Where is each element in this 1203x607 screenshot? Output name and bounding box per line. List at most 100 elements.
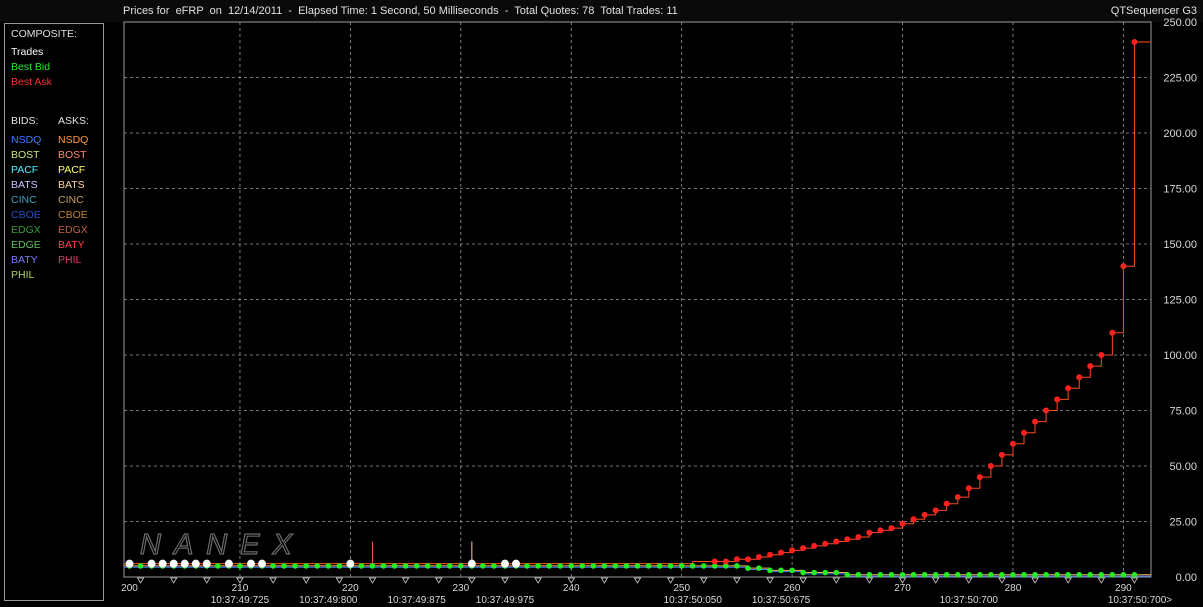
best-bid-point — [811, 569, 817, 576]
best-ask-point — [998, 451, 1005, 458]
trade-point — [147, 559, 156, 568]
best-ask-point — [733, 556, 740, 563]
best-bid-point — [899, 571, 906, 578]
nanex-watermark: NANEX — [140, 529, 305, 561]
best-bid-point — [601, 563, 608, 569]
best-bid-point — [590, 563, 597, 569]
best-ask-point — [1021, 429, 1028, 436]
best-ask-point — [910, 516, 917, 523]
best-ask-point — [888, 525, 895, 532]
quote-marker — [169, 577, 178, 584]
quote-marker — [203, 577, 211, 584]
best-ask-point — [1087, 363, 1094, 370]
best-bid-point — [281, 563, 287, 569]
trade-point — [125, 559, 134, 568]
best-bid-point — [1032, 571, 1038, 578]
x-time-label: 10:37:50:675 — [752, 595, 811, 606]
best-bid-point — [734, 563, 740, 569]
trade-point — [191, 559, 200, 568]
best-bid-point — [546, 563, 552, 569]
best-bid-point — [215, 563, 221, 569]
trade-point — [500, 559, 509, 568]
best-bid-point — [446, 563, 453, 569]
y-tick-label: 75.00 — [1169, 406, 1197, 418]
x-time-label: 10:37:50:700 — [940, 595, 999, 606]
best-ask-point — [722, 558, 729, 565]
y-tick-label: 150.00 — [1163, 239, 1197, 251]
best-bid-point — [977, 571, 983, 578]
x-time-label: 10:37:49:800 — [299, 595, 358, 606]
quote-marker — [1130, 577, 1139, 584]
quote-marker — [468, 577, 476, 584]
best-bid-point — [524, 563, 530, 569]
x-tick-label: 290 — [1115, 583, 1132, 594]
best-bid-point — [458, 563, 464, 569]
best-bid-point — [1098, 571, 1105, 578]
trade-point — [180, 559, 189, 568]
best-bid-point — [303, 563, 310, 569]
best-bid-point — [822, 569, 829, 576]
best-bid-point — [667, 563, 674, 569]
y-axis-ticks: 0.00 25.00 50.00 75.00 100.00 125.00 150.00 175… — [1163, 17, 1197, 584]
y-tick-label: 0.00 — [1176, 572, 1197, 584]
quote-marker — [1064, 577, 1072, 584]
x-time-label: 10:37:50:700> — [1108, 595, 1172, 606]
quote-marker — [700, 577, 708, 584]
best-bid-point — [767, 567, 773, 574]
x-time-label: 10:37:49:975 — [476, 595, 535, 606]
x-axis-time-labels: 10:37:49:725 10:37:49:800 10:37:49:875 10:3… — [211, 595, 1173, 606]
quote-marker — [832, 577, 840, 584]
best-ask-point — [844, 536, 851, 543]
quote-marker — [799, 577, 807, 584]
best-bid-point — [932, 571, 939, 578]
best-bid-point — [402, 563, 409, 569]
best-ask-point — [1076, 374, 1083, 381]
best-ask-point — [822, 540, 829, 547]
x-tick-label: 230 — [452, 583, 469, 594]
best-ask-point — [932, 507, 939, 514]
best-bid-point — [943, 571, 950, 578]
best-ask-point — [855, 534, 862, 541]
best-bid-point — [888, 571, 895, 578]
y-tick-label: 225.00 — [1163, 73, 1197, 85]
best-bid-point — [579, 563, 586, 569]
x-time-label: 10:37:50:050 — [664, 595, 723, 606]
trade-point — [202, 559, 211, 568]
quote-marker — [965, 577, 973, 584]
trade-point — [258, 559, 267, 568]
best-bid-point — [689, 563, 696, 569]
best-bid-point — [237, 563, 243, 569]
y-tick-label: 250.00 — [1163, 17, 1197, 29]
best-ask-point — [899, 520, 906, 527]
best-bid-point — [480, 563, 486, 569]
quote-marker — [501, 577, 509, 584]
best-bid-point — [535, 563, 541, 569]
best-bid-point — [999, 571, 1005, 578]
best-ask-point — [943, 500, 950, 507]
best-bid-point — [800, 569, 806, 576]
best-bid-point — [678, 563, 685, 569]
x-tick-label: 200 — [121, 583, 138, 594]
best-bid-point — [435, 563, 442, 569]
best-ask-point — [800, 545, 807, 552]
best-ask-point — [1043, 407, 1050, 414]
best-bid-point — [1109, 571, 1116, 578]
best-bid-point — [391, 563, 398, 569]
best-ask-point — [976, 474, 983, 481]
trade-point — [158, 559, 167, 568]
best-bid-point — [1120, 571, 1127, 578]
best-ask-point — [1109, 329, 1116, 336]
best-bid-point — [612, 563, 619, 569]
quote-marker — [1031, 577, 1039, 584]
y-tick-label: 125.00 — [1163, 295, 1197, 307]
best-ask-point — [1120, 263, 1127, 270]
quote-marker — [600, 577, 609, 584]
best-bid-point — [325, 563, 332, 569]
trade-point — [169, 559, 178, 568]
best-ask-point — [1032, 418, 1039, 425]
best-bid-point — [921, 571, 928, 578]
best-bid-point — [270, 563, 276, 569]
y-tick-label: 100.00 — [1163, 350, 1197, 362]
best-bid-point — [336, 563, 343, 569]
x-tick-label: 260 — [784, 583, 801, 594]
